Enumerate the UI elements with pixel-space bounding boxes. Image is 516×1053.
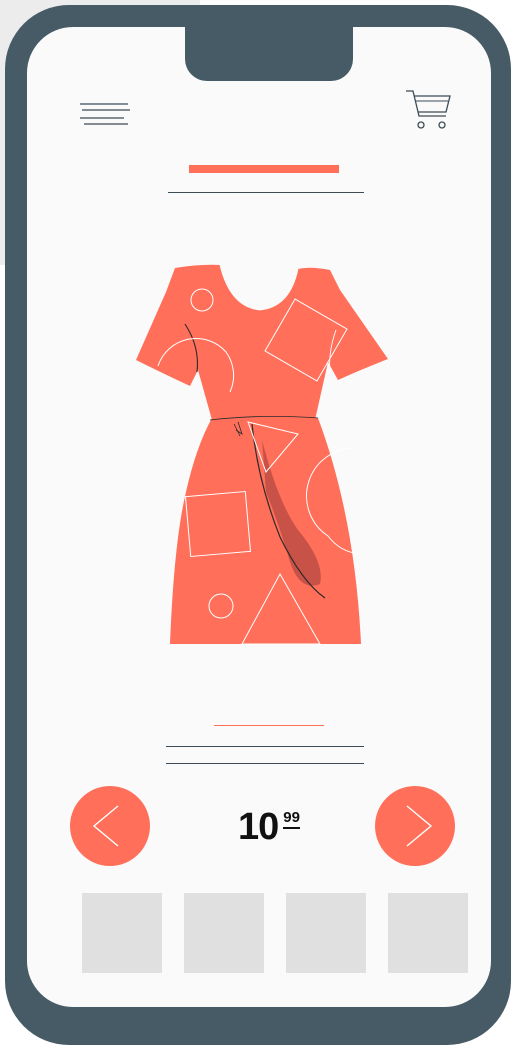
accent-divider	[214, 725, 324, 726]
thumbnail-2[interactable]	[184, 893, 264, 973]
product-title-placeholder	[189, 165, 339, 173]
thumbnail-3[interactable]	[286, 893, 366, 973]
price-whole: 10	[238, 806, 279, 848]
previous-button[interactable]	[70, 786, 150, 866]
product-price: 10 99	[238, 806, 300, 850]
thumbnail-4[interactable]	[388, 893, 468, 973]
title-divider	[168, 192, 364, 193]
thumbnail-1[interactable]	[82, 893, 162, 973]
phone-notch	[185, 27, 353, 81]
next-button[interactable]	[375, 786, 455, 866]
divider-line	[166, 763, 364, 764]
chevron-right-icon	[406, 805, 433, 847]
price-cents: 99	[283, 810, 300, 829]
product-dress-image[interactable]	[130, 262, 392, 646]
divider-line	[166, 746, 364, 747]
hamburger-menu-icon[interactable]	[78, 100, 132, 128]
shopping-cart-icon[interactable]	[404, 88, 454, 136]
chevron-left-icon	[92, 805, 119, 847]
